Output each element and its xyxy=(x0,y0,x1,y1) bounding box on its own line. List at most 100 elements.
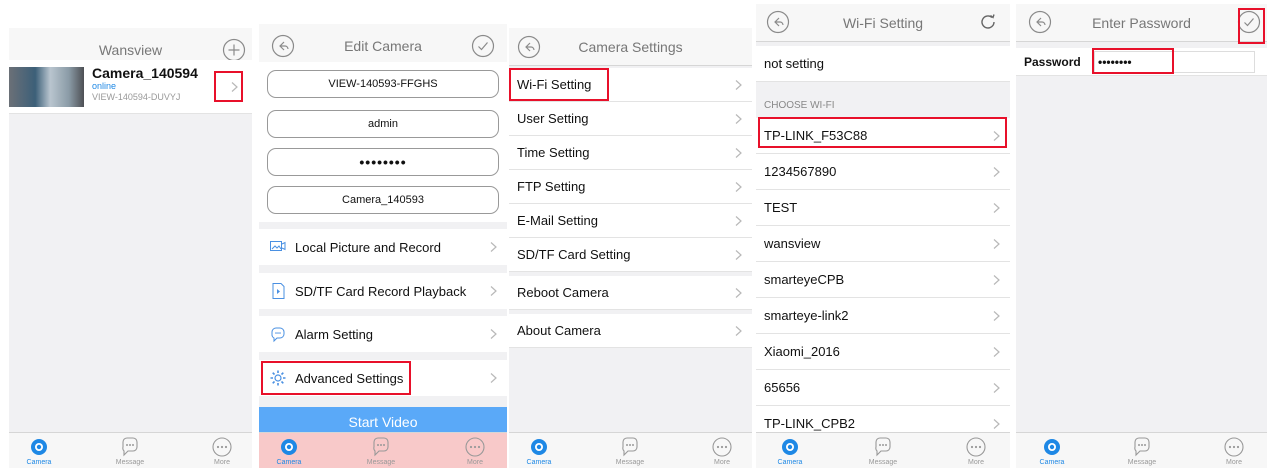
add-icon[interactable] xyxy=(222,38,246,62)
tab-label: Camera xyxy=(1039,459,1065,466)
tab-camera[interactable]: Camera xyxy=(509,436,569,466)
menu-local-picture[interactable]: Local Picture and Record xyxy=(259,229,507,265)
wifi-network-name: smarteyeCPB xyxy=(764,272,845,287)
tab-label: More xyxy=(214,459,230,466)
settings-label: Reboot Camera xyxy=(517,285,609,300)
tab-camera[interactable]: Camera xyxy=(760,436,820,466)
tab-more[interactable]: More xyxy=(946,436,1006,466)
wifi-network-name: TEST xyxy=(764,200,798,215)
settings-item-ftp[interactable]: FTP Setting xyxy=(509,170,752,204)
tab-label: Message xyxy=(115,459,145,466)
tab-more[interactable]: More xyxy=(1204,436,1264,466)
settings-label: About Camera xyxy=(517,323,601,338)
tab-message[interactable]: Message xyxy=(1112,436,1172,466)
nav-title: Enter Password xyxy=(1092,15,1191,31)
wifi-network-item[interactable]: wansview xyxy=(756,226,1010,262)
wifi-network-item[interactable]: smarteyeCPB xyxy=(756,262,1010,298)
tab-bar: Camera Message More xyxy=(756,432,1010,468)
screen-edit-camera: Edit Camera VIEW-140593-FFGHS admin ••••… xyxy=(259,24,507,468)
wifi-network-item[interactable]: TP-LINK_F53C88 xyxy=(756,118,1010,154)
tab-camera[interactable]: Camera xyxy=(259,436,319,466)
settings-label: SD/TF Card Setting xyxy=(517,247,631,262)
password-input[interactable]: •••••••• xyxy=(1094,51,1255,73)
wifi-network-item[interactable]: Xiaomi_2016 xyxy=(756,334,1010,370)
tab-message[interactable]: Message xyxy=(600,436,660,466)
tab-label: Message xyxy=(366,459,396,466)
screen-camera-settings: Camera Settings Wi-Fi Setting User Setti… xyxy=(509,28,752,468)
more-icon xyxy=(212,437,232,457)
tab-label: Camera xyxy=(777,459,803,466)
settings-item-email[interactable]: E-Mail Setting xyxy=(509,204,752,238)
camera-thumbnail xyxy=(9,67,84,107)
tab-bar: Camera Message More xyxy=(509,432,752,468)
menu-alarm-setting[interactable]: Alarm Setting xyxy=(259,316,507,352)
wifi-network-name: TP-LINK_F53C88 xyxy=(764,128,868,143)
eye-icon xyxy=(531,439,547,455)
wifi-network-item[interactable]: TEST xyxy=(756,190,1010,226)
tab-camera[interactable]: Camera xyxy=(1022,436,1082,466)
tab-more[interactable]: More xyxy=(445,436,505,466)
picture-icon xyxy=(269,238,287,256)
message-bubble-icon xyxy=(875,437,891,457)
tab-camera[interactable]: Camera xyxy=(9,436,69,466)
section-header: CHOOSE WI-FI xyxy=(764,100,835,111)
settings-item-about[interactable]: About Camera xyxy=(509,314,752,348)
settings-item-user[interactable]: User Setting xyxy=(509,102,752,136)
menu-label: Alarm Setting xyxy=(295,326,374,342)
camera-name-field[interactable]: Camera_140593 xyxy=(267,186,499,214)
alarm-icon xyxy=(269,325,287,343)
refresh-icon[interactable] xyxy=(976,10,1000,34)
settings-label: FTP Setting xyxy=(517,179,586,194)
message-bubble-icon xyxy=(1134,437,1150,457)
sd-card-icon xyxy=(269,282,287,300)
chevron-right-icon xyxy=(990,166,1002,178)
settings-item-sd-card[interactable]: SD/TF Card Setting xyxy=(509,238,752,272)
menu-advanced-settings[interactable]: Advanced Settings xyxy=(259,360,507,396)
camera-name: Camera_140594 xyxy=(92,65,198,81)
uid-field[interactable]: VIEW-140593-FFGHS xyxy=(267,70,499,98)
wifi-network-name: wansview xyxy=(764,236,821,251)
wifi-network-name: Xiaomi_2016 xyxy=(764,344,840,359)
wifi-network-name: 65656 xyxy=(764,380,801,395)
tab-label: Message xyxy=(1127,459,1157,466)
password-label: Password xyxy=(1024,55,1081,69)
wifi-network-item[interactable]: 65656 xyxy=(756,370,1010,406)
more-icon xyxy=(465,437,485,457)
tab-label: Message xyxy=(615,459,645,466)
message-bubble-icon xyxy=(373,437,389,457)
tab-message[interactable]: Message xyxy=(853,436,913,466)
username-field[interactable]: admin xyxy=(267,110,499,138)
tab-bar: Camera Message More xyxy=(9,432,252,468)
tab-label: Camera xyxy=(526,459,552,466)
settings-item-reboot[interactable]: Reboot Camera xyxy=(509,276,752,310)
settings-item-wifi[interactable]: Wi-Fi Setting xyxy=(509,68,752,102)
password-field[interactable]: •••••••• xyxy=(267,148,499,176)
eye-icon xyxy=(1044,439,1060,455)
checkmark-icon[interactable] xyxy=(1237,10,1261,34)
tab-more[interactable]: More xyxy=(192,436,252,466)
eye-icon xyxy=(281,439,297,455)
settings-item-time[interactable]: Time Setting xyxy=(509,136,752,170)
chevron-right-icon xyxy=(487,372,499,384)
tab-message[interactable]: Message xyxy=(351,436,411,466)
eye-icon xyxy=(782,439,798,455)
chevron-right-icon xyxy=(732,215,744,227)
tab-message[interactable]: Message xyxy=(100,436,160,466)
gear-icon xyxy=(269,369,287,387)
chevron-right-icon xyxy=(732,249,744,261)
wifi-network-item[interactable]: smarteye-link2 xyxy=(756,298,1010,334)
camera-list-item[interactable]: Camera_140594 online VIEW-140594-DUVYJ xyxy=(9,60,252,114)
checkmark-icon[interactable] xyxy=(471,34,495,58)
chevron-right-icon xyxy=(732,325,744,337)
wifi-network-item[interactable]: 1234567890 xyxy=(756,154,1010,190)
menu-sd-playback[interactable]: SD/TF Card Record Playback xyxy=(259,273,507,309)
more-icon xyxy=(1224,437,1244,457)
chevron-right-icon xyxy=(732,287,744,299)
current-wifi-label: not setting xyxy=(764,56,824,71)
menu-label: Local Picture and Record xyxy=(295,239,441,255)
chevron-right-icon[interactable] xyxy=(228,81,240,93)
tab-more[interactable]: More xyxy=(692,436,752,466)
tab-label: Message xyxy=(868,459,898,466)
nav-title: Wi-Fi Setting xyxy=(842,15,924,31)
screen-camera-list: Wansview Camera_140594 online VIEW-14059… xyxy=(9,28,252,468)
